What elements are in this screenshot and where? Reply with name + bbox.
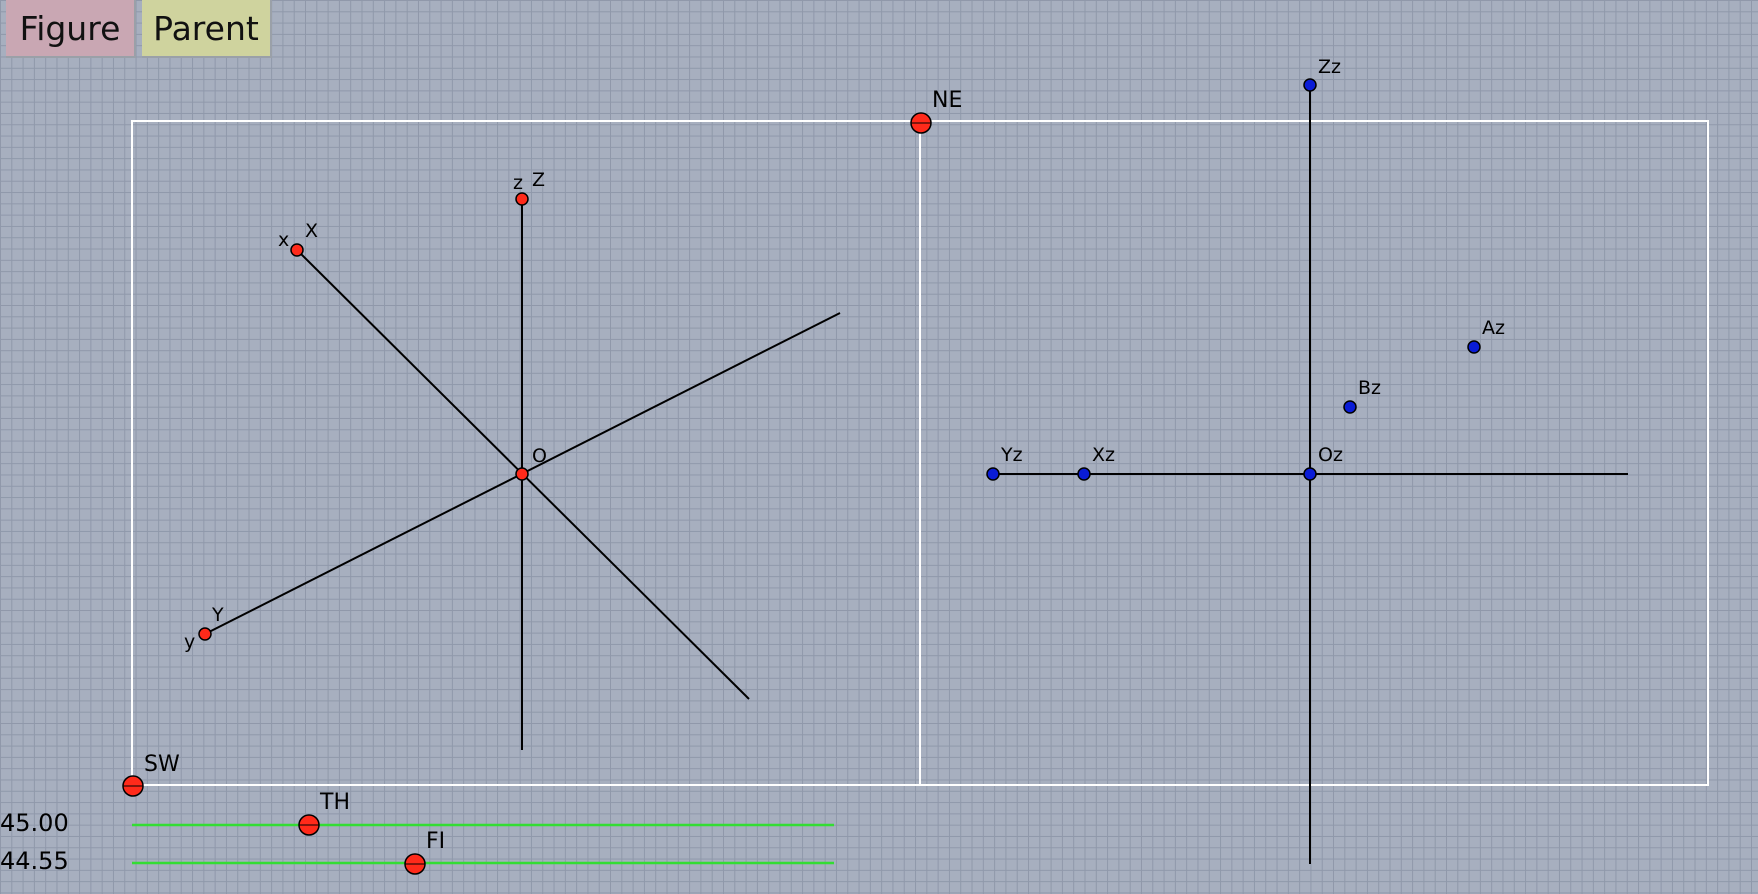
y-lower-label: y bbox=[184, 631, 195, 653]
x-lower-label: x bbox=[278, 229, 289, 251]
origin-label: O bbox=[532, 445, 547, 467]
oz-label: Oz bbox=[1318, 444, 1343, 466]
sw-point[interactable] bbox=[122, 775, 144, 797]
az-label: Az bbox=[1482, 317, 1505, 339]
yz-point[interactable] bbox=[986, 467, 1000, 481]
bz-point[interactable] bbox=[1343, 400, 1357, 414]
fi-slider-handle[interactable] bbox=[404, 853, 426, 875]
y-point[interactable] bbox=[198, 627, 212, 641]
z-lower-label: z bbox=[513, 172, 523, 194]
th-slider-value: 45.00 bbox=[0, 809, 69, 837]
ne-label: NE bbox=[932, 88, 962, 113]
z-upper-label: Z bbox=[532, 169, 545, 191]
zz-point[interactable] bbox=[1303, 78, 1317, 92]
oz-point[interactable] bbox=[1303, 467, 1317, 481]
xz-label: Xz bbox=[1092, 444, 1115, 466]
fi-slider-label: FI bbox=[426, 829, 445, 854]
th-slider-label: TH bbox=[319, 790, 350, 815]
fi-slider-value: 44.55 bbox=[0, 847, 69, 875]
x-point[interactable] bbox=[290, 243, 304, 257]
ne-point[interactable] bbox=[910, 112, 932, 134]
th-slider-handle[interactable] bbox=[298, 814, 320, 836]
zz-label: Zz bbox=[1318, 56, 1341, 78]
az-point[interactable] bbox=[1467, 340, 1481, 354]
y-upper-label: Y bbox=[211, 604, 224, 626]
xz-point[interactable] bbox=[1077, 467, 1091, 481]
z-point[interactable] bbox=[515, 192, 529, 206]
construction-canvas[interactable]: NE SW TH 45.00 FI 44.55 x X y Y z Z O Zz… bbox=[0, 0, 1758, 894]
sw-label: SW bbox=[144, 752, 180, 777]
origin-point[interactable] bbox=[515, 467, 529, 481]
x-upper-label: X bbox=[305, 220, 318, 242]
yz-label: Yz bbox=[1000, 444, 1023, 466]
bz-label: Bz bbox=[1358, 377, 1381, 399]
